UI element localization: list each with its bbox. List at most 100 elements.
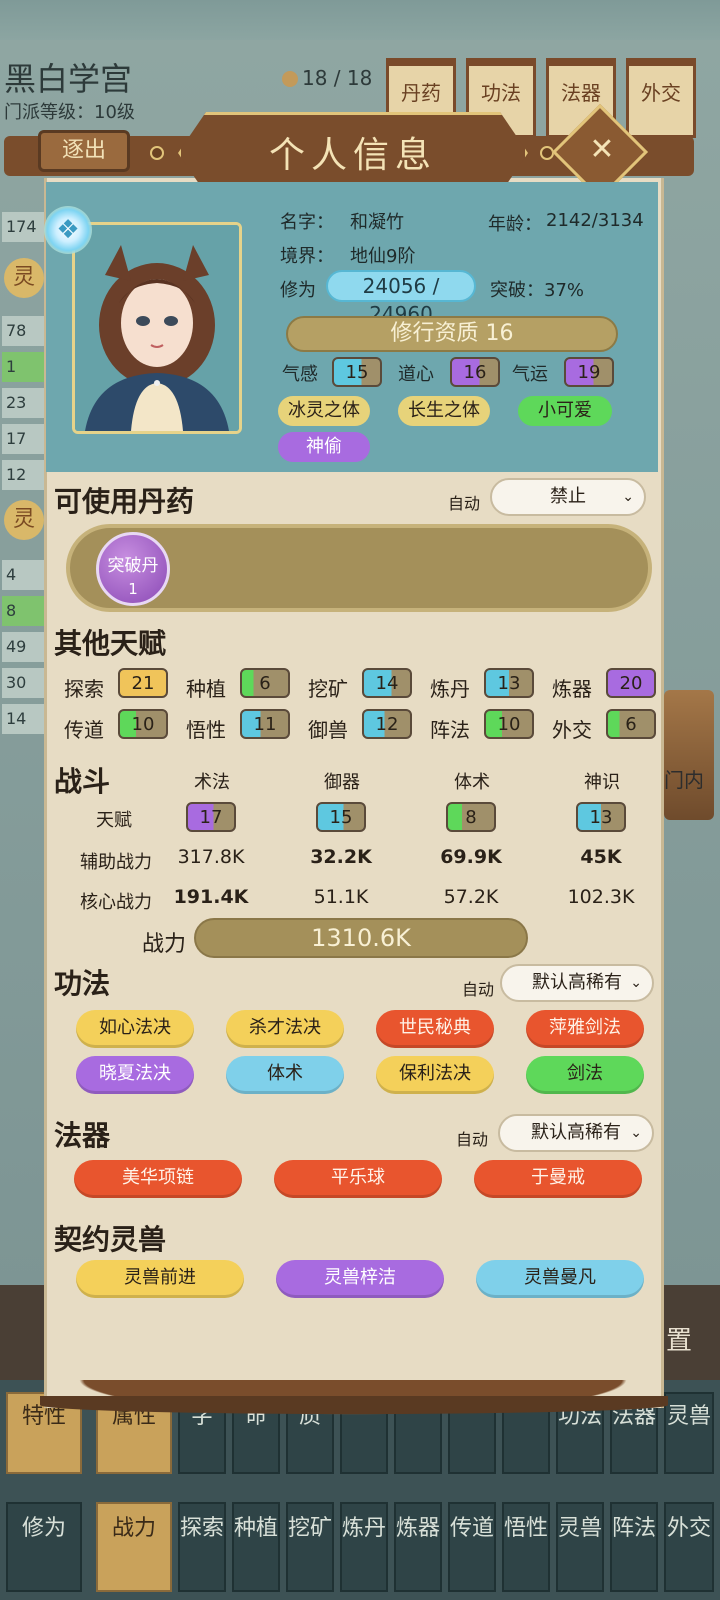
talent-label: 御兽 bbox=[308, 718, 348, 742]
beast-item[interactable]: 灵兽梓洁 bbox=[276, 1260, 444, 1298]
daoxin-badge: 16 bbox=[450, 357, 500, 387]
talent-section-title: 其他天赋 bbox=[54, 627, 167, 660]
scroll-rod-cap bbox=[40, 1396, 668, 1414]
sort-button[interactable]: 炼器 bbox=[394, 1502, 442, 1592]
combat-column-header: 御器 bbox=[324, 772, 360, 793]
artifact-auto-select[interactable]: 默认高稀有 ⌄ bbox=[498, 1114, 654, 1152]
realm-label: 境界： bbox=[280, 246, 334, 267]
left-stat: 23 bbox=[2, 388, 44, 418]
sort-button[interactable]: 阵法 bbox=[610, 1502, 658, 1592]
technique-item[interactable]: 如心法决 bbox=[76, 1010, 194, 1048]
combat-talent-badge: 8 bbox=[446, 802, 496, 832]
combat-talent-badge: 17 bbox=[186, 802, 236, 832]
auto-label: 自动 bbox=[462, 980, 495, 999]
power-label: 战力 bbox=[141, 932, 186, 957]
character-name: 和凝竹 bbox=[350, 212, 404, 233]
technique-auto-select[interactable]: 默认高稀有 ⌄ bbox=[500, 964, 654, 1002]
technique-section-title: 功法 bbox=[54, 967, 111, 1000]
talent-badge: 20 bbox=[606, 668, 656, 698]
title-ornament bbox=[540, 146, 554, 160]
member-icon bbox=[282, 71, 298, 87]
total-power: 1310.6K bbox=[194, 918, 528, 958]
combat-section-title: 战斗 bbox=[54, 765, 111, 798]
elixir-auto-select[interactable]: 禁止 ⌄ bbox=[490, 478, 646, 516]
trait-badge[interactable]: 冰灵之体 bbox=[278, 396, 370, 426]
core-power: 102.3K bbox=[567, 886, 635, 908]
name-label: 名字： bbox=[280, 212, 334, 233]
talent-badge: 13 bbox=[484, 668, 534, 698]
talent-badge: 6 bbox=[240, 668, 290, 698]
combat-talent-badge: 13 bbox=[576, 802, 626, 832]
trait-badge[interactable]: 长生之体 bbox=[398, 396, 490, 426]
spirit-icon: 灵 bbox=[4, 258, 44, 298]
realm-value: 地仙9阶 bbox=[350, 246, 416, 267]
title-ornament bbox=[150, 146, 164, 160]
left-stat: 17 bbox=[2, 424, 44, 454]
technique-item[interactable]: 体术 bbox=[226, 1056, 344, 1094]
daoxin-label: 道心 bbox=[398, 364, 434, 385]
artifact-item[interactable]: 美华项链 bbox=[74, 1160, 242, 1198]
left-stat: 12 bbox=[2, 460, 44, 490]
sort-button[interactable]: 灵兽 bbox=[664, 1392, 714, 1474]
combat-column-header: 体术 bbox=[454, 772, 490, 793]
talent-label: 种植 bbox=[186, 677, 226, 701]
combat-column-header: 神识 bbox=[584, 772, 620, 793]
technique-item[interactable]: 世民秘典 bbox=[376, 1010, 494, 1048]
chevron-down-icon: ⌄ bbox=[630, 975, 642, 991]
member-count: 18 / 18 bbox=[282, 66, 372, 90]
tab-diplomacy[interactable]: 外交 bbox=[626, 58, 696, 138]
sort-button[interactable]: 挖矿 bbox=[286, 1502, 334, 1592]
breakthrough-rate: 突破：37% bbox=[490, 280, 585, 301]
talent-label: 炼器 bbox=[552, 677, 592, 701]
left-stat: 14 bbox=[2, 704, 44, 734]
beast-item[interactable]: 灵兽前进 bbox=[76, 1260, 244, 1298]
chevron-down-icon: ⌄ bbox=[622, 489, 634, 505]
artifact-item[interactable]: 于曼戒 bbox=[474, 1160, 642, 1198]
sort-button[interactable]: 传道 bbox=[448, 1502, 496, 1592]
close-icon[interactable]: ✕ bbox=[582, 130, 622, 170]
talent-label: 炼丹 bbox=[430, 677, 470, 701]
cultivation-label: 修为 bbox=[280, 280, 316, 301]
sort-button[interactable]: 修为 bbox=[6, 1502, 82, 1592]
support-power: 317.8K bbox=[177, 846, 245, 868]
technique-item[interactable]: 杀才法决 bbox=[226, 1010, 344, 1048]
character-portrait bbox=[72, 222, 242, 434]
support-power: 32.2K bbox=[310, 846, 372, 868]
trait-badge[interactable]: 小可爱 bbox=[518, 396, 612, 426]
artifact-section-title: 法器 bbox=[54, 1119, 111, 1152]
expel-button[interactable]: 逐出 bbox=[38, 130, 130, 172]
dialog-title: 个人信息 bbox=[268, 135, 437, 176]
aptitude-bar: 修行资质 16 bbox=[286, 316, 618, 352]
technique-item[interactable]: 晓夏法决 bbox=[76, 1056, 194, 1094]
qiyun-badge: 19 bbox=[564, 357, 614, 387]
talent-label: 探索 bbox=[64, 677, 104, 701]
technique-item[interactable]: 剑法 bbox=[526, 1056, 644, 1094]
left-stat: 4 bbox=[2, 560, 44, 590]
left-stat: 49 bbox=[2, 632, 44, 662]
side-banner[interactable] bbox=[664, 690, 714, 820]
artifact-item[interactable]: 平乐球 bbox=[274, 1160, 442, 1198]
qiyun-label: 气运 bbox=[512, 364, 548, 385]
sort-button[interactable]: 探索 bbox=[178, 1502, 226, 1592]
left-stat: 8 bbox=[2, 596, 44, 626]
side-banner-label: 门内 bbox=[664, 768, 704, 792]
sort-button[interactable]: 种植 bbox=[232, 1502, 280, 1592]
combat-column-header: 术法 bbox=[194, 772, 230, 793]
spirit-icon: 灵 bbox=[4, 500, 44, 540]
sort-button[interactable]: 炼丹 bbox=[340, 1502, 388, 1592]
settings-label[interactable]: 置 bbox=[666, 1320, 692, 1357]
trait-badge[interactable]: 神偷 bbox=[278, 432, 370, 462]
sort-button[interactable]: 灵兽 bbox=[556, 1502, 604, 1592]
talent-label: 挖矿 bbox=[308, 677, 348, 701]
sort-button[interactable]: 战力 bbox=[96, 1502, 172, 1592]
sort-button[interactable]: 悟性 bbox=[502, 1502, 550, 1592]
talent-badge: 10 bbox=[484, 709, 534, 739]
elixir-item[interactable]: 突破丹 1 bbox=[96, 532, 170, 606]
technique-item[interactable]: 萍雅剑法 bbox=[526, 1010, 644, 1048]
left-stat: 30 bbox=[2, 668, 44, 698]
sort-button[interactable]: 外交 bbox=[664, 1502, 714, 1592]
portrait-image bbox=[75, 225, 239, 431]
beast-item[interactable]: 灵兽曼凡 bbox=[476, 1260, 644, 1298]
technique-item[interactable]: 保利法决 bbox=[376, 1056, 494, 1094]
combat-row-label: 天赋 bbox=[96, 810, 132, 831]
